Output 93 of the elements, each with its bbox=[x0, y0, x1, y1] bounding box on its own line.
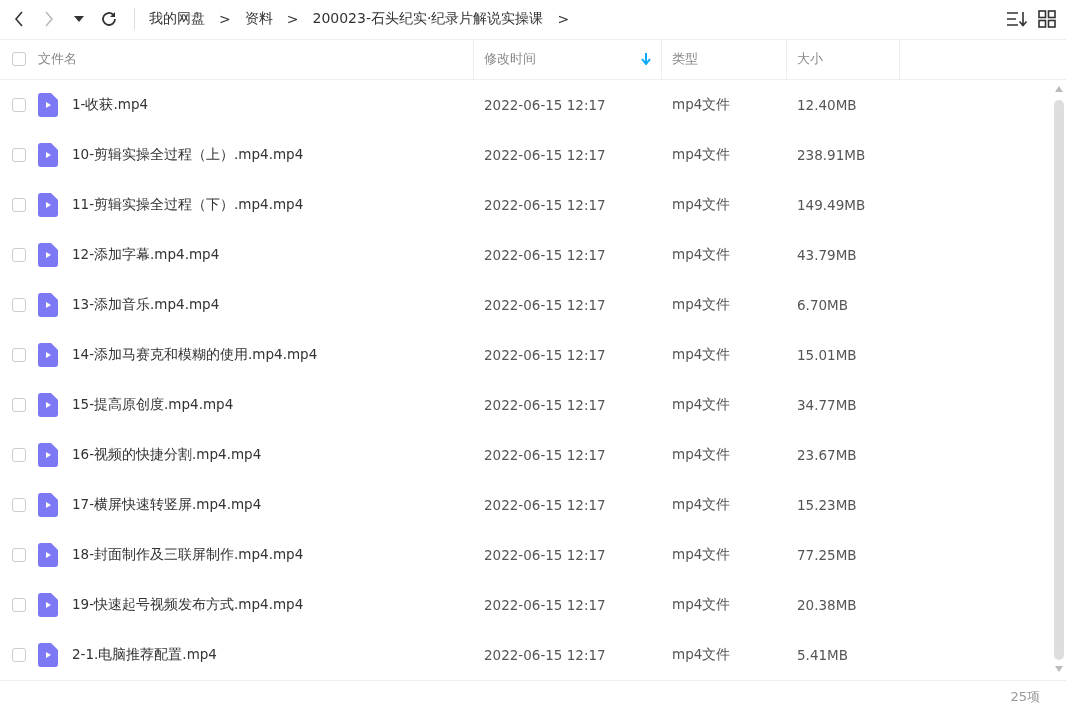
grid-view-icon[interactable] bbox=[1036, 8, 1058, 31]
video-file-icon bbox=[38, 292, 58, 317]
breadcrumb-separator: > bbox=[557, 11, 570, 28]
type-cell-text: mp4文件 bbox=[671, 295, 732, 314]
scrollbar-thumb[interactable] bbox=[1054, 99, 1064, 660]
size-cell-text: 23.67MB bbox=[796, 446, 858, 463]
video-file-icon bbox=[38, 242, 58, 267]
column-header[interactable]: 文件名 bbox=[38, 39, 474, 79]
type-cell-text: mp4文件 bbox=[671, 245, 732, 264]
row-checkbox[interactable] bbox=[12, 147, 26, 162]
type-cell-text: mp4文件 bbox=[671, 395, 732, 414]
breadcrumb-link[interactable]: 200023-石头纪实·纪录片解说实操课 bbox=[312, 10, 544, 29]
row-checkbox[interactable] bbox=[12, 497, 26, 512]
video-file-icon bbox=[38, 192, 58, 217]
type-cell-text: mp4文件 bbox=[671, 145, 732, 164]
file-name[interactable]: 19-快速起号视频发布方式.mp4.mp4 bbox=[72, 595, 304, 614]
file-name[interactable]: 13-添加音乐.mp4.mp4 bbox=[72, 295, 220, 314]
caret-icon bbox=[74, 16, 84, 23]
modified-cell-text: 2022-06-15 12:17 bbox=[483, 496, 607, 513]
video-file-icon bbox=[38, 442, 58, 467]
video-file-icon bbox=[38, 342, 58, 367]
row-checkbox[interactable] bbox=[12, 247, 26, 262]
chevron-right-icon bbox=[44, 11, 54, 28]
video-file-icon bbox=[38, 142, 58, 167]
chevron-left-icon bbox=[14, 11, 24, 28]
modified-cell-text: 2022-06-15 12:17 bbox=[483, 346, 607, 363]
modified-cell-text: 2022-06-15 12:17 bbox=[483, 596, 607, 613]
row-checkbox[interactable] bbox=[12, 397, 26, 412]
size-cell-text: 15.01MB bbox=[796, 346, 858, 363]
size-cell-text: 238.91MB bbox=[796, 146, 867, 163]
column-header[interactable]: 修改时间 bbox=[474, 39, 662, 79]
size-cell-text: 15.23MB bbox=[796, 496, 858, 513]
modified-cell-text: 2022-06-15 12:17 bbox=[483, 296, 607, 313]
video-file-icon bbox=[38, 592, 58, 617]
breadcrumb-link[interactable]: 资料 bbox=[244, 10, 273, 29]
breadcrumb-separator: > bbox=[219, 11, 231, 28]
scroll-down-icon[interactable] bbox=[1055, 665, 1063, 672]
video-file-icon bbox=[38, 642, 58, 667]
row-checkbox[interactable] bbox=[12, 447, 26, 462]
type-cell-text: mp4文件 bbox=[671, 545, 732, 564]
refresh-icon bbox=[100, 10, 118, 29]
modified-cell-text: 2022-06-15 12:17 bbox=[483, 196, 607, 213]
file-name[interactable]: 10-剪辑实操全过程（上）.mp4.mp4 bbox=[72, 145, 304, 164]
file-name[interactable]: 1-收获.mp4 bbox=[72, 95, 149, 114]
file-name[interactable]: 18-封面制作及三联屏制作.mp4.mp4 bbox=[72, 545, 304, 564]
file-name[interactable]: 12-添加字幕.mp4.mp4 bbox=[72, 245, 220, 264]
row-checkbox[interactable] bbox=[12, 97, 26, 112]
size-cell-text: 77.25MB bbox=[796, 546, 858, 563]
item-count: 25项 bbox=[1010, 688, 1040, 707]
column-header[interactable]: 类型 bbox=[662, 39, 787, 79]
file-name[interactable]: 17-横屏快速转竖屏.mp4.mp4 bbox=[72, 495, 262, 514]
type-cell-text: mp4文件 bbox=[671, 345, 732, 364]
row-checkbox[interactable] bbox=[12, 197, 26, 212]
row-checkbox[interactable] bbox=[12, 347, 26, 362]
file-name[interactable]: 16-视频的快捷分割.mp4.mp4 bbox=[72, 445, 262, 464]
row-checkbox[interactable] bbox=[12, 597, 26, 612]
select-all-checkbox[interactable] bbox=[12, 52, 26, 67]
type-cell-text: mp4文件 bbox=[671, 95, 732, 114]
file-name[interactable]: 14-添加马赛克和模糊的使用.mp4.mp4 bbox=[72, 345, 318, 364]
type-cell-text: mp4文件 bbox=[671, 195, 732, 214]
modified-cell-text: 2022-06-15 12:17 bbox=[483, 546, 607, 563]
size-cell-text: 20.38MB bbox=[796, 596, 858, 613]
modified-cell-text: 2022-06-15 12:17 bbox=[483, 646, 607, 663]
size-cell-text: 43.79MB bbox=[796, 246, 858, 263]
modified-cell-text: 2022-06-15 12:17 bbox=[483, 396, 607, 413]
modified-cell-text: 2022-06-15 12:17 bbox=[483, 246, 607, 263]
video-file-icon bbox=[38, 542, 58, 567]
size-cell-text: 5.41MB bbox=[796, 646, 849, 663]
size-cell-text: 12.40MB bbox=[796, 96, 858, 113]
row-checkbox[interactable] bbox=[12, 647, 26, 662]
breadcrumb-link[interactable]: 我的网盘 bbox=[149, 10, 205, 29]
breadcrumb-separator: > bbox=[286, 11, 299, 28]
scroll-up-icon[interactable] bbox=[1055, 85, 1063, 92]
file-name[interactable]: 15-提高原创度.mp4.mp4 bbox=[72, 395, 234, 414]
sort-arrow-icon bbox=[641, 53, 651, 66]
type-cell-text: mp4文件 bbox=[671, 495, 732, 514]
video-file-icon bbox=[38, 492, 58, 517]
size-cell-text: 34.77MB bbox=[796, 396, 858, 413]
size-cell-text: 6.70MB bbox=[796, 296, 849, 313]
row-checkbox[interactable] bbox=[12, 297, 26, 312]
modified-cell-text: 2022-06-15 12:17 bbox=[483, 446, 607, 463]
video-file-icon bbox=[38, 392, 58, 417]
file-name[interactable]: 2-1.电脑推荐配置.mp4 bbox=[72, 645, 217, 664]
modified-cell-text: 2022-06-15 12:17 bbox=[483, 96, 607, 113]
row-checkbox[interactable] bbox=[12, 547, 26, 562]
type-cell-text: mp4文件 bbox=[671, 595, 732, 614]
type-cell-text: mp4文件 bbox=[671, 645, 732, 664]
type-cell-text: mp4文件 bbox=[671, 445, 732, 464]
size-cell-text: 149.49MB bbox=[796, 196, 867, 213]
video-file-icon bbox=[38, 92, 58, 117]
column-header[interactable]: 大小 bbox=[787, 39, 900, 79]
file-name[interactable]: 11-剪辑实操全过程（下）.mp4.mp4 bbox=[72, 195, 304, 214]
modified-cell-text: 2022-06-15 12:17 bbox=[483, 146, 607, 163]
